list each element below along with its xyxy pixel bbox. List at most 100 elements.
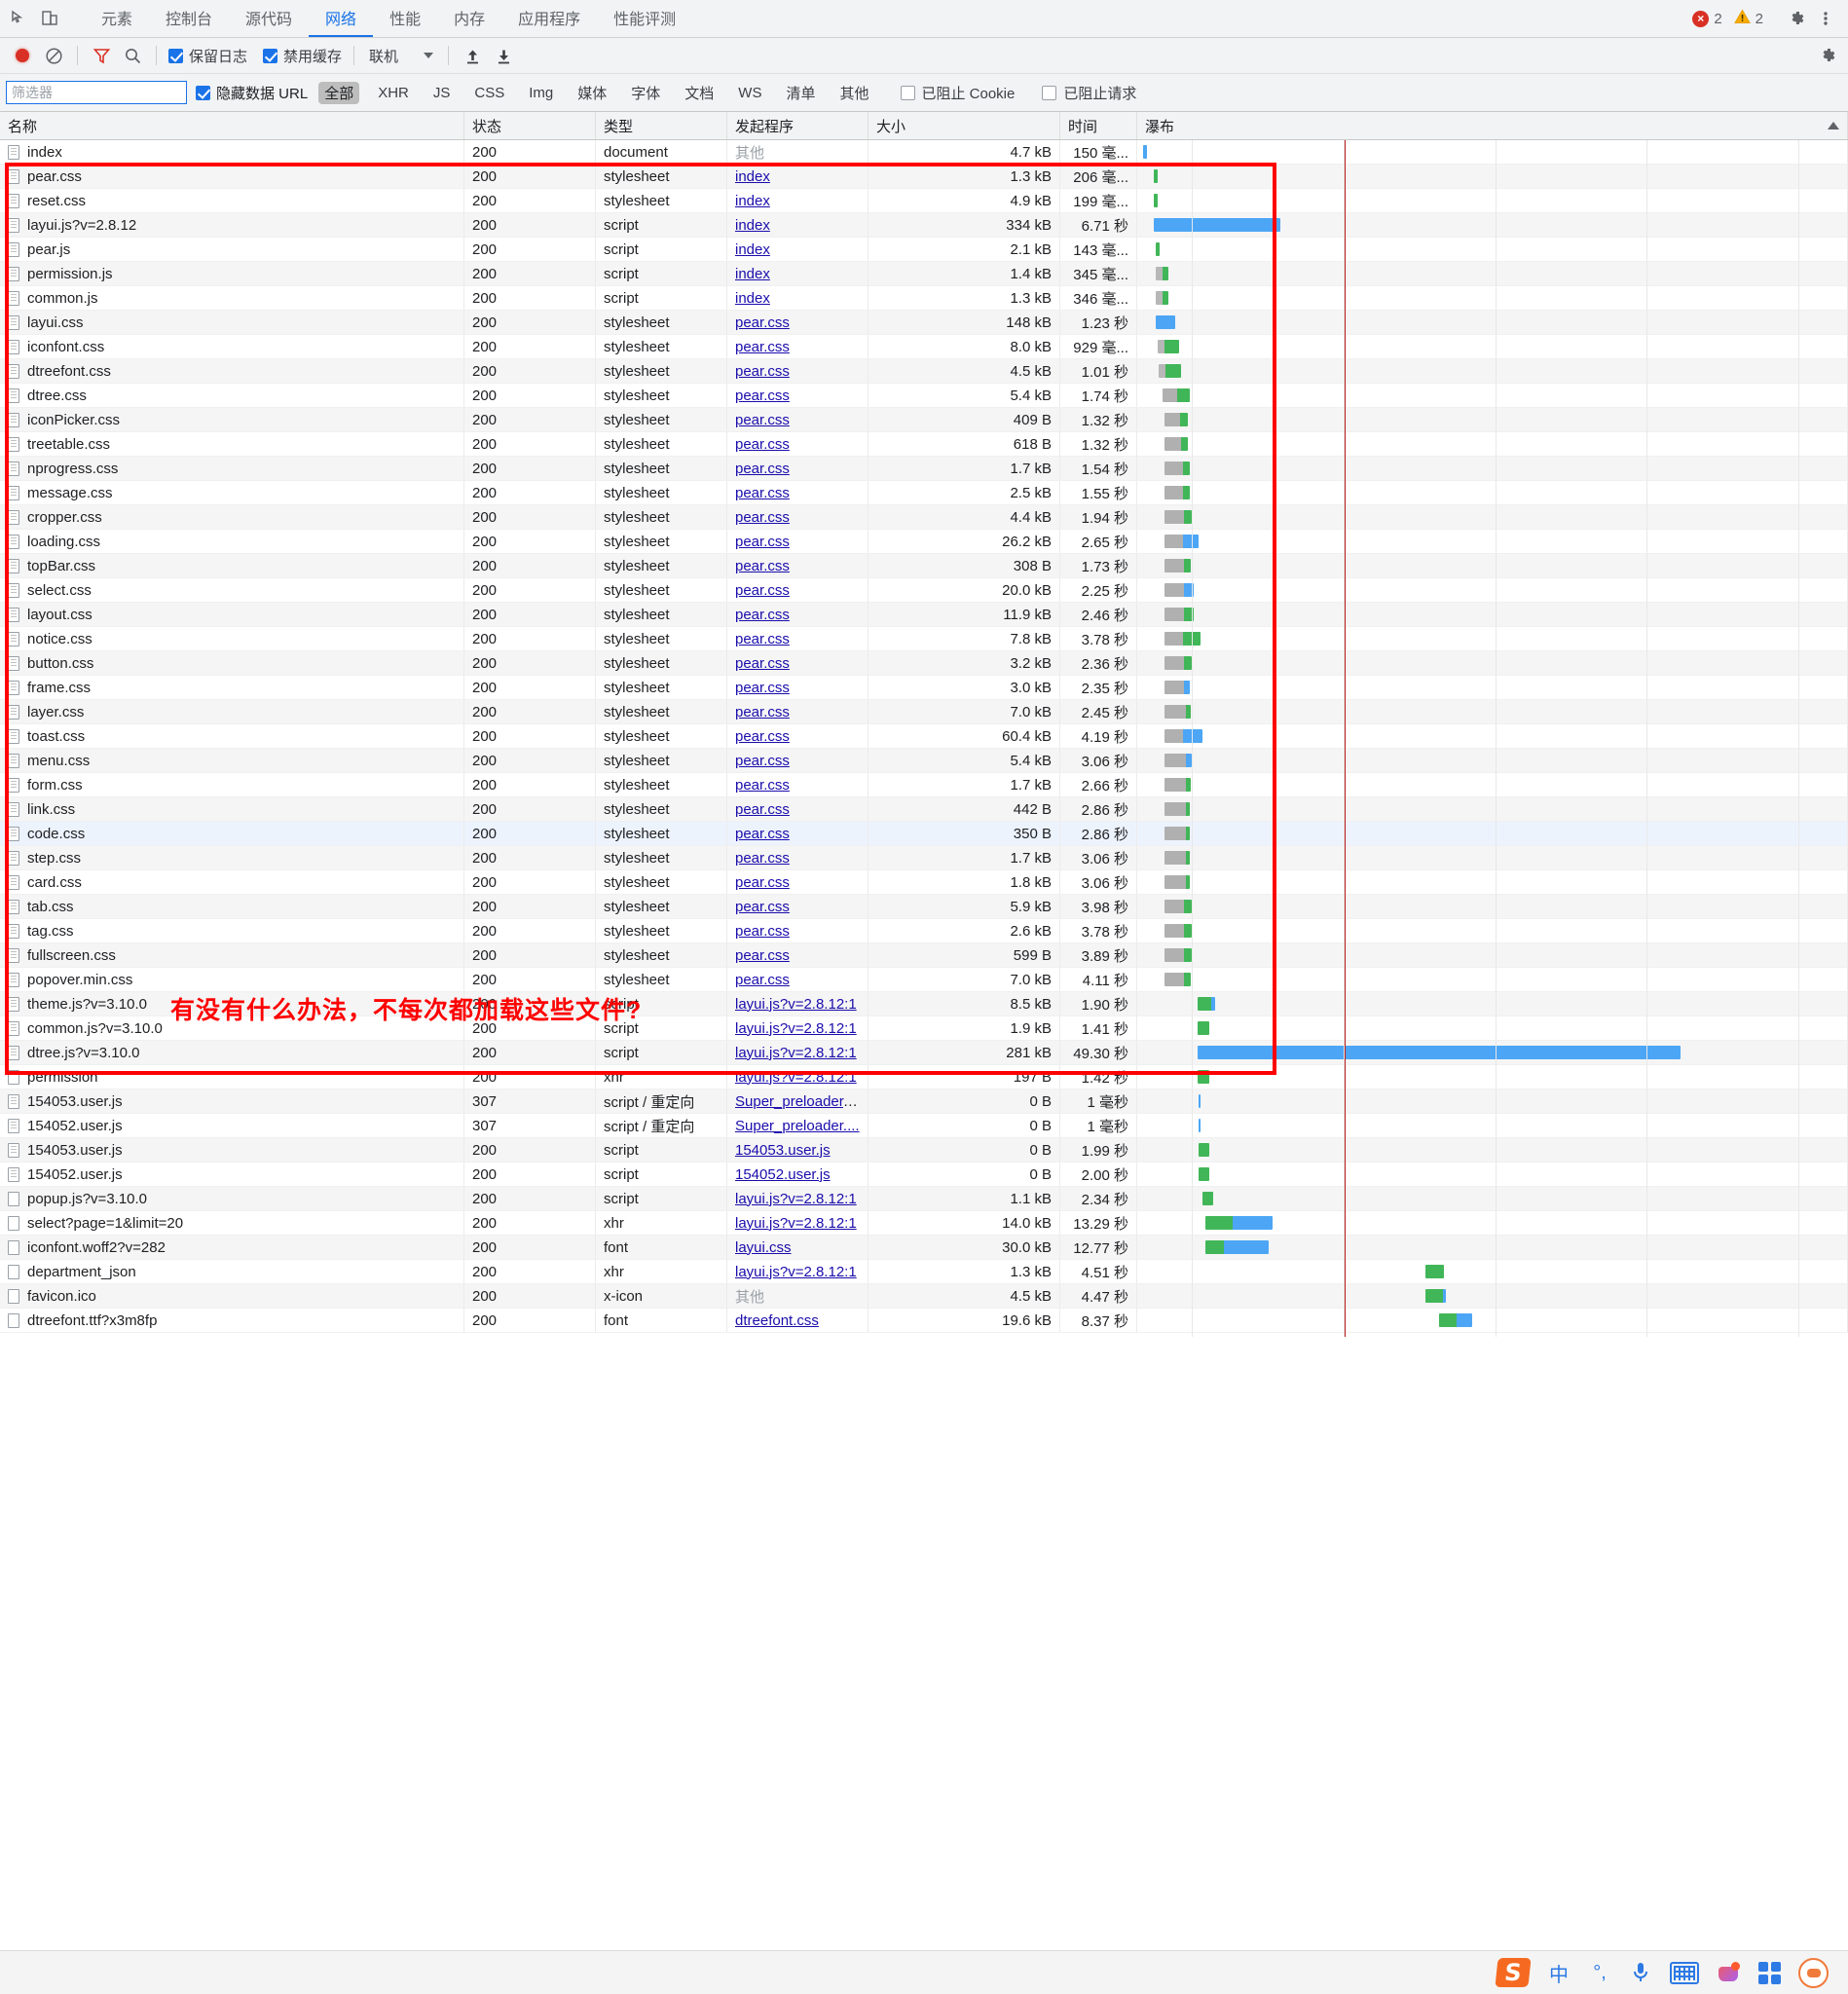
initiator-link[interactable]: pear.css (735, 777, 790, 794)
table-row[interactable]: 154052.user.js 200 script 154052.user.js 0 B… (0, 1162, 1848, 1187)
table-row[interactable]: nprogress.css 200 stylesheet pear.css 1.7 kB… (0, 456, 1848, 481)
table-row[interactable]: 154053.user.js 307 script / 重定向 Super_prelo… (0, 1089, 1848, 1114)
initiator-link[interactable]: index (735, 241, 770, 258)
initiator-link[interactable]: pear.css (735, 850, 790, 867)
tab-memory[interactable]: 内存 (437, 0, 501, 37)
type-filter-font[interactable]: 字体 (625, 82, 666, 104)
filter-input[interactable]: 筛选器 (6, 81, 187, 104)
initiator-link[interactable]: index (735, 168, 770, 185)
table-row[interactable]: department_json 200 xhr layui.js?v=2.8.12:1… (0, 1259, 1848, 1284)
table-row[interactable]: 154053.user.js 200 script 154053.user.js 0 B… (0, 1137, 1848, 1163)
preserve-log-checkbox[interactable]: 保留日志 (166, 46, 250, 66)
column-header-initiator[interactable]: 发起程序 (726, 112, 869, 140)
initiator-link[interactable]: pear.css (735, 534, 790, 550)
table-row[interactable]: popover.min.css 200 stylesheet pear.css 7.0 … (0, 967, 1848, 992)
skin-icon[interactable] (1717, 1962, 1740, 1983)
initiator-link[interactable]: pear.css (735, 461, 790, 477)
table-row[interactable]: toast.css 200 stylesheet pear.css 60.4 kB 4.1… (0, 723, 1848, 749)
tab-sources[interactable]: 源代码 (229, 0, 309, 37)
microphone-icon[interactable] (1629, 1961, 1652, 1984)
table-row[interactable]: button.css 200 stylesheet pear.css 3.2 kB 2.3… (0, 650, 1848, 676)
table-row[interactable]: favicon.ico 200 x-icon 其他 4.5 kB 4.47 秒 (0, 1283, 1848, 1309)
table-row[interactable]: loading.css 200 stylesheet pear.css 26.2 kB 2… (0, 529, 1848, 554)
column-header-type[interactable]: 类型 (595, 112, 727, 140)
table-row[interactable]: treetable.css 200 stylesheet pear.css 618 B1… (0, 431, 1848, 457)
import-har-button[interactable] (458, 42, 487, 69)
type-filter-js[interactable]: JS (427, 84, 457, 102)
keyboard-icon[interactable] (1670, 1961, 1699, 1984)
table-row[interactable]: iconPicker.css 200 stylesheet pear.css 409 B… (0, 407, 1848, 432)
throttling-select[interactable]: 联机 (363, 46, 439, 66)
table-row[interactable]: dtree.js?v=3.10.0 200 script layui.js?v=2.8… (0, 1040, 1848, 1065)
clear-button[interactable] (39, 42, 68, 69)
tab-console[interactable]: 控制台 (149, 0, 229, 37)
initiator-link[interactable]: pear.css (735, 388, 790, 404)
table-row[interactable]: tab.css 200 stylesheet pear.css 5.9 kB 3.98 秒 (0, 894, 1848, 919)
tab-lighthouse[interactable]: 性能评测 (597, 0, 692, 37)
initiator-link[interactable]: pear.css (735, 339, 790, 355)
device-toolbar-icon[interactable] (39, 8, 60, 29)
type-filter-all[interactable]: 全部 (318, 81, 360, 104)
hide-data-urls-checkbox[interactable]: 隐藏数据 URL (196, 83, 308, 103)
table-row[interactable]: common.js 200 script index 1.3 kB 346 毫... (0, 285, 1848, 311)
table-row[interactable]: dtreefont.css 200 stylesheet pear.css 4.5 kB… (0, 358, 1848, 384)
column-header-time[interactable]: 时间 (1059, 112, 1137, 140)
initiator-link[interactable]: pear.css (735, 314, 790, 331)
column-header-status[interactable]: 状态 (463, 112, 596, 140)
type-filter-media[interactable]: 媒体 (572, 82, 612, 104)
filter-button[interactable] (87, 42, 116, 69)
type-filter-manifest[interactable]: 清单 (780, 82, 821, 104)
initiator-link[interactable]: pear.css (735, 582, 790, 599)
more-options-icon[interactable] (1813, 6, 1838, 31)
table-row[interactable]: form.css 200 stylesheet pear.css 1.7 kB 2.66 … (0, 772, 1848, 797)
initiator-link[interactable]: pear.css (735, 728, 790, 745)
initiator-link[interactable]: layui.js?v=2.8.12:1 (735, 1045, 857, 1061)
table-row[interactable]: frame.css 200 stylesheet pear.css 3.0 kB 2.35… (0, 675, 1848, 700)
initiator-link[interactable]: 154052.user.js (735, 1166, 831, 1183)
table-row[interactable]: card.css 200 stylesheet pear.css 1.8 kB 3.06 … (0, 869, 1848, 895)
initiator-link[interactable]: Super_preloader.j... (735, 1093, 863, 1110)
sogou-logo-icon[interactable]: S (1495, 1958, 1532, 1987)
initiator-link[interactable]: pear.css (735, 874, 790, 891)
initiator-link[interactable]: pear.css (735, 655, 790, 672)
tab-network[interactable]: 网络 (309, 0, 374, 37)
initiator-link[interactable]: layui.js?v=2.8.12:1 (735, 1069, 857, 1086)
table-row[interactable]: pear.css 200 stylesheet index 1.3 kB 206 毫... (0, 164, 1848, 189)
table-row[interactable]: layout.css 200 stylesheet pear.css 11.9 kB 2.… (0, 602, 1848, 627)
initiator-link[interactable]: pear.css (735, 558, 790, 574)
table-row[interactable]: notice.css 200 stylesheet pear.css 7.8 kB 3.7… (0, 626, 1848, 651)
table-row[interactable]: permission 200 xhr layui.js?v=2.8.12:1 197 B… (0, 1064, 1848, 1089)
initiator-link[interactable]: pear.css (735, 631, 790, 647)
table-row[interactable]: select?page=1&limit=20 200 xhr layui.js?v=2… (0, 1210, 1848, 1236)
export-har-button[interactable] (489, 42, 518, 69)
search-icon[interactable] (118, 42, 147, 69)
tab-elements[interactable]: 元素 (85, 0, 149, 37)
type-filter-doc[interactable]: 文档 (679, 82, 720, 104)
initiator-link[interactable]: layui.css (735, 1239, 792, 1256)
table-row[interactable]: topBar.css 200 stylesheet pear.css 308 B 1.73… (0, 553, 1848, 578)
initiator-link[interactable]: pear.css (735, 704, 790, 720)
initiator-link[interactable]: pear.css (735, 607, 790, 623)
initiator-link[interactable]: pear.css (735, 947, 790, 964)
initiator-link[interactable]: pear.css (735, 363, 790, 380)
initiator-link[interactable]: layui.js?v=2.8.12:1 (735, 1264, 857, 1280)
initiator-link[interactable]: pear.css (735, 972, 790, 988)
initiator-link[interactable]: layui.js?v=2.8.12:1 (735, 1020, 857, 1037)
table-row[interactable]: 154052.user.js 307 script / 重定向 Super_prelo… (0, 1113, 1848, 1138)
table-row[interactable]: layui.css 200 stylesheet pear.css 148 kB 1.23… (0, 310, 1848, 335)
type-filter-css[interactable]: CSS (468, 84, 510, 102)
blocked-cookies-checkbox[interactable]: 已阻止 Cookie (898, 83, 1018, 103)
table-row[interactable]: iconfont.css 200 stylesheet pear.css 8.0 kB 9… (0, 334, 1848, 359)
warning-count-badge[interactable]: 2 (1730, 9, 1767, 28)
type-filter-other[interactable]: 其他 (833, 82, 874, 104)
table-row[interactable]: fullscreen.css 200 stylesheet pear.css 599 B… (0, 942, 1848, 968)
record-button[interactable] (8, 42, 37, 69)
initiator-link[interactable]: pear.css (735, 509, 790, 526)
initiator-link[interactable]: pear.css (735, 753, 790, 769)
tab-application[interactable]: 应用程序 (501, 0, 597, 37)
network-settings-gear-icon[interactable] (1815, 43, 1840, 68)
type-filter-ws[interactable]: WS (732, 84, 767, 102)
table-row[interactable]: popup.js?v=3.10.0 200 script layui.js?v=2.8… (0, 1186, 1848, 1211)
table-row[interactable]: dtree.css 200 stylesheet pear.css 5.4 kB 1.74… (0, 383, 1848, 408)
initiator-link[interactable]: index (735, 193, 770, 209)
